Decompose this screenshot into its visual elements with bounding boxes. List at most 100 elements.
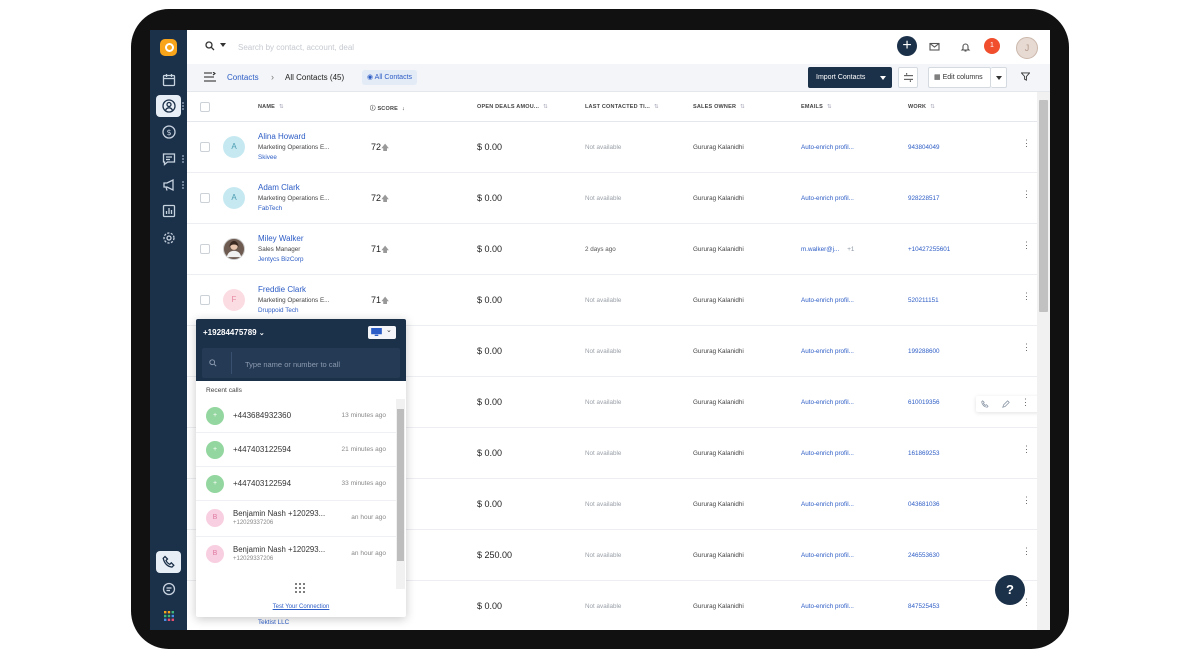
contact-name-link[interactable]: Adam Clark bbox=[258, 183, 300, 192]
column-header-sales-owner[interactable]: SALES OWNER ⇅ bbox=[693, 104, 745, 110]
row-more-menu-icon[interactable]: ⋮ bbox=[1022, 598, 1031, 607]
column-header-score[interactable]: ⓘ SCORE ↓ bbox=[370, 104, 405, 112]
row-more-menu-icon[interactable]: ⋮ bbox=[1022, 292, 1031, 301]
work-phone-link[interactable]: 847525453 bbox=[908, 603, 940, 610]
email-link[interactable]: Auto-enrich profil... bbox=[801, 501, 854, 508]
contact-name-link[interactable]: Freddie Clark bbox=[258, 285, 306, 294]
contact-company-link[interactable]: Skivee bbox=[258, 154, 277, 161]
notification-badge[interactable]: 1 bbox=[984, 38, 1000, 54]
email-link[interactable]: Auto-enrich profil... bbox=[801, 450, 854, 457]
table-row[interactable]: A Alina Howard Marketing Operations E...… bbox=[187, 122, 1037, 173]
column-header-emails[interactable]: EMAILS ⇅ bbox=[801, 104, 832, 110]
view-title[interactable]: All Contacts (45) bbox=[285, 73, 344, 82]
contact-company-link[interactable]: Druppoid Tech bbox=[258, 307, 299, 314]
email-link[interactable]: Auto-enrich profil... bbox=[801, 348, 854, 355]
table-row[interactable]: Miley Walker Sales Manager Jentycs BizCo… bbox=[187, 224, 1037, 275]
settings-gear-icon[interactable] bbox=[156, 227, 181, 249]
app-logo[interactable] bbox=[160, 39, 177, 56]
call-icon[interactable] bbox=[981, 400, 989, 408]
email-link[interactable]: Auto-enrich profil... bbox=[801, 399, 854, 406]
work-phone-link[interactable]: 943804049 bbox=[908, 144, 940, 151]
email-value: m.walker@j... bbox=[801, 246, 840, 253]
deals-icon[interactable]: $ bbox=[156, 121, 181, 143]
recent-call-item[interactable]: B Benjamin Nash +120293... +12029337206 … bbox=[196, 501, 396, 537]
recent-calls-scrollbar-thumb[interactable] bbox=[397, 409, 404, 561]
bell-icon[interactable] bbox=[960, 41, 971, 52]
row-more-menu-icon[interactable]: ⋮ bbox=[1022, 547, 1031, 556]
edit-columns-dropdown[interactable] bbox=[991, 67, 1007, 88]
select-all-checkbox[interactable] bbox=[200, 102, 210, 112]
help-button[interactable]: ? bbox=[995, 575, 1025, 605]
test-connection-link[interactable]: Test Your Connection bbox=[196, 604, 406, 610]
email-link[interactable]: Auto-enrich profil... bbox=[801, 552, 854, 559]
row-more-menu-icon[interactable]: ⋮ bbox=[1021, 397, 1030, 408]
row-density-button[interactable] bbox=[898, 67, 918, 88]
filter-button[interactable] bbox=[1013, 67, 1037, 88]
contacts-icon[interactable] bbox=[156, 95, 181, 117]
email-link[interactable]: Auto-enrich profil... bbox=[801, 603, 854, 610]
global-search-input[interactable] bbox=[238, 40, 538, 54]
work-phone-link[interactable]: 161869253 bbox=[908, 450, 940, 457]
table-scrollbar-thumb[interactable] bbox=[1039, 100, 1048, 312]
reports-icon[interactable] bbox=[156, 200, 181, 222]
import-dropdown-caret-icon[interactable] bbox=[880, 76, 886, 80]
row-checkbox[interactable] bbox=[200, 244, 210, 254]
work-phone-link[interactable]: 199288600 bbox=[908, 348, 940, 355]
work-phone-link[interactable]: 928228517 bbox=[908, 195, 940, 202]
email-link[interactable]: Auto-enrich profil... bbox=[801, 144, 854, 151]
import-contacts-button[interactable]: Import Contacts bbox=[808, 67, 892, 88]
calendar-icon[interactable] bbox=[156, 69, 181, 91]
edit-pencil-icon[interactable] bbox=[1002, 400, 1010, 408]
phone-icon[interactable] bbox=[156, 551, 181, 573]
search-scope-dropdown[interactable] bbox=[220, 43, 226, 47]
row-more-menu-icon[interactable]: ⋮ bbox=[1022, 139, 1031, 148]
row-checkbox[interactable] bbox=[200, 295, 210, 305]
device-selector-button[interactable]: ⌄ bbox=[368, 326, 396, 339]
contact-name-link[interactable]: Miley Walker bbox=[258, 234, 303, 243]
column-header-open-deals[interactable]: OPEN DEALS AMOU... ⇅ bbox=[477, 104, 548, 110]
mail-icon[interactable] bbox=[929, 41, 940, 52]
column-header-last-contacted[interactable]: LAST CONTACTED TI... ⇅ bbox=[585, 104, 659, 110]
view-pill[interactable]: ◉ All Contacts bbox=[362, 70, 418, 85]
contact-company-link[interactable]: FabTech bbox=[258, 205, 282, 212]
contact-name-link[interactable]: Alina Howard bbox=[258, 132, 306, 141]
contact-company-link[interactable]: Jentycs BizCorp bbox=[258, 256, 304, 263]
work-phone-link[interactable]: +10427255601 bbox=[908, 246, 950, 253]
recent-call-item[interactable]: + +443684932360 13 minutes ago bbox=[196, 399, 396, 433]
search-icon[interactable] bbox=[205, 41, 215, 51]
work-phone-link[interactable]: 610019356 bbox=[908, 399, 940, 406]
recent-call-item[interactable]: + +447403122594 33 minutes ago bbox=[196, 467, 396, 501]
work-phone-link[interactable]: 520211151 bbox=[908, 297, 939, 304]
user-avatar[interactable]: J bbox=[1016, 37, 1038, 59]
column-header-work[interactable]: WORK ⇅ bbox=[908, 104, 935, 110]
edit-columns-button[interactable]: ▦ Edit columns bbox=[928, 67, 991, 88]
view-list-toggle-icon[interactable] bbox=[204, 72, 216, 82]
quick-add-button[interactable]: + bbox=[897, 36, 917, 56]
column-header-name[interactable]: NAME ⇅ bbox=[258, 104, 284, 110]
work-phone-link[interactable]: 043681036 bbox=[908, 501, 940, 508]
chat-icon[interactable] bbox=[156, 578, 181, 600]
email-link[interactable]: Auto-enrich profil... bbox=[801, 297, 854, 304]
row-more-menu-icon[interactable]: ⋮ bbox=[1022, 445, 1031, 454]
recent-call-item[interactable]: + +447403122594 21 minutes ago bbox=[196, 433, 396, 467]
dialpad-icon[interactable] bbox=[294, 582, 306, 594]
email-more-count[interactable]: +1 bbox=[847, 246, 854, 253]
table-row[interactable]: A Adam Clark Marketing Operations E... F… bbox=[187, 173, 1037, 224]
work-phone-link[interactable]: 246553630 bbox=[908, 552, 940, 559]
dialer-search-input[interactable] bbox=[245, 358, 395, 370]
row-checkbox[interactable] bbox=[200, 142, 210, 152]
row-checkbox[interactable] bbox=[200, 193, 210, 203]
email-link[interactable]: m.walker@j... +1 bbox=[801, 246, 854, 253]
row-more-menu-icon[interactable]: ⋮ bbox=[1022, 241, 1031, 250]
caller-number-selector[interactable]: +19284475789 ⌄ bbox=[203, 328, 265, 337]
recent-call-item[interactable]: B Benjamin Nash +120293... +12029337206 … bbox=[196, 537, 396, 573]
contact-company-link[interactable]: Tektist LLC bbox=[258, 619, 289, 626]
breadcrumb-contacts[interactable]: Contacts bbox=[227, 73, 259, 82]
apps-grid-icon[interactable] bbox=[156, 605, 181, 627]
row-more-menu-icon[interactable]: ⋮ bbox=[1022, 190, 1031, 199]
email-link[interactable]: Auto-enrich profil... bbox=[801, 195, 854, 202]
row-more-menu-icon[interactable]: ⋮ bbox=[1022, 343, 1031, 352]
row-more-menu-icon[interactable]: ⋮ bbox=[1022, 496, 1031, 505]
conversations-icon[interactable] bbox=[156, 148, 181, 170]
campaigns-icon[interactable] bbox=[156, 174, 181, 196]
